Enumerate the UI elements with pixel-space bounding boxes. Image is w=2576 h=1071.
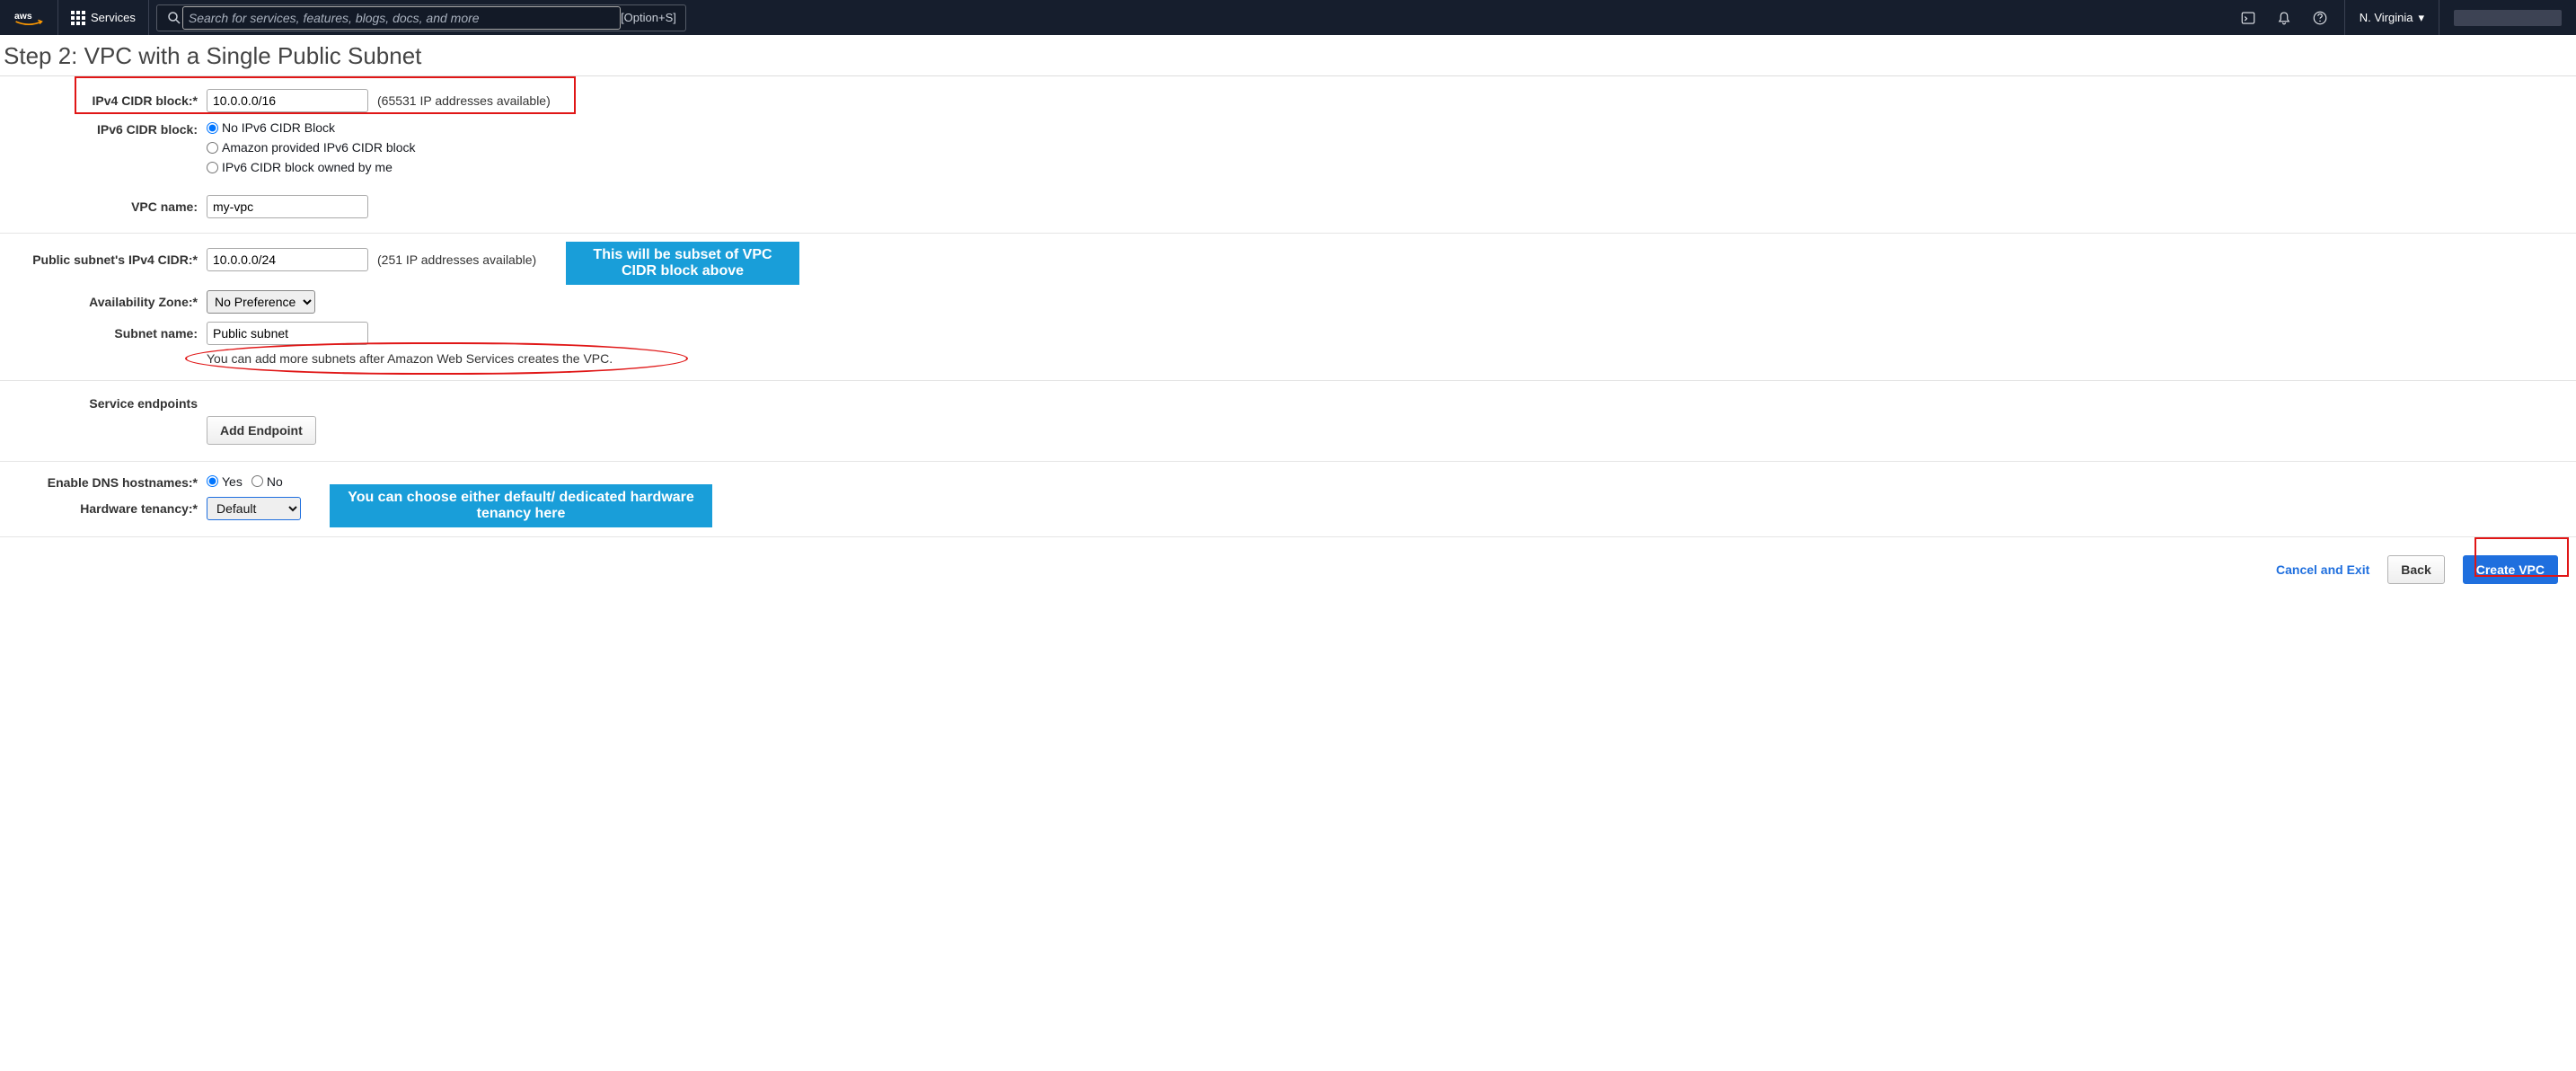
search-icon: [166, 10, 182, 26]
ipv6-label-amazon: Amazon provided IPv6 CIDR block: [222, 140, 416, 155]
dns-yes-radio[interactable]: [207, 475, 218, 487]
nav-icons: [2240, 10, 2344, 26]
ipv6-cidr-label: IPv6 CIDR block:: [0, 120, 207, 137]
search-input[interactable]: [182, 6, 621, 30]
subnet-more-hint: You can add more subnets after Amazon We…: [207, 351, 613, 366]
cancel-and-exit-button[interactable]: Cancel and Exit: [2276, 562, 2369, 577]
ipv6-radio-own[interactable]: [207, 162, 218, 173]
top-nav: aws Services [Option+S] N. Virginia ▾: [0, 0, 2576, 35]
account-menu[interactable]: [2439, 0, 2576, 35]
hardware-tenancy-select[interactable]: Default: [207, 497, 301, 520]
subnet-name-input[interactable]: [207, 322, 368, 345]
hardware-tenancy-label: Hardware tenancy:*: [0, 501, 207, 516]
cloudshell-icon[interactable]: [2240, 10, 2256, 26]
grid-icon: [71, 11, 85, 25]
back-button[interactable]: Back: [2387, 555, 2444, 584]
svg-text:aws: aws: [14, 11, 32, 21]
ipv6-option-none[interactable]: No IPv6 CIDR Block: [207, 120, 335, 135]
ipv6-label-none: No IPv6 CIDR Block: [222, 120, 335, 135]
ipv6-label-own: IPv6 CIDR block owned by me: [222, 160, 393, 174]
account-placeholder: [2454, 10, 2562, 26]
aws-logo[interactable]: aws: [0, 0, 58, 35]
ipv6-option-amazon[interactable]: Amazon provided IPv6 CIDR block: [207, 140, 416, 155]
service-endpoints-label: Service endpoints: [0, 396, 207, 411]
public-subnet-cidr-hint: (251 IP addresses available): [377, 252, 536, 267]
aws-logo-icon: aws: [14, 10, 43, 26]
ipv4-cidr-hint: (65531 IP addresses available): [377, 93, 551, 108]
vpc-name-label: VPC name:: [0, 199, 207, 214]
create-vpc-button[interactable]: Create VPC: [2463, 555, 2558, 584]
notifications-icon[interactable]: [2276, 10, 2292, 26]
vpc-name-input[interactable]: [207, 195, 368, 218]
help-icon[interactable]: [2312, 10, 2328, 26]
footer-bar: Cancel and Exit Back Create VPC: [0, 543, 2576, 597]
ipv4-cidr-label: IPv4 CIDR block:*: [0, 93, 207, 108]
az-select[interactable]: No Preference: [207, 290, 315, 314]
dns-no-label: No: [267, 474, 283, 489]
dns-yes-option[interactable]: Yes: [207, 474, 243, 489]
public-subnet-cidr-input[interactable]: [207, 248, 368, 271]
region-label: N. Virginia: [2360, 11, 2413, 24]
ipv4-cidr-input[interactable]: [207, 89, 368, 112]
annotation-note-subnet: This will be subset of VPC CIDR block ab…: [566, 242, 799, 285]
add-endpoint-button[interactable]: Add Endpoint: [207, 416, 316, 445]
page-title: Step 2: VPC with a Single Public Subnet: [0, 35, 2576, 75]
services-menu-button[interactable]: Services: [58, 0, 149, 35]
dns-no-radio[interactable]: [251, 475, 263, 487]
subnet-name-label: Subnet name:: [0, 326, 207, 341]
search-bar[interactable]: [Option+S]: [156, 4, 686, 31]
caret-down-icon: ▾: [2418, 11, 2424, 25]
dns-no-option[interactable]: No: [251, 474, 283, 489]
public-subnet-cidr-label: Public subnet's IPv4 CIDR:*: [0, 252, 207, 267]
ipv6-radio-none[interactable]: [207, 122, 218, 134]
az-label: Availability Zone:*: [0, 295, 207, 309]
search-shortcut-hint: [Option+S]: [621, 11, 676, 24]
dns-yes-label: Yes: [222, 474, 243, 489]
annotation-note-tenancy: You can choose either default/ dedicated…: [330, 484, 712, 527]
ipv6-radio-amazon[interactable]: [207, 142, 218, 154]
region-selector[interactable]: N. Virginia ▾: [2344, 0, 2439, 35]
dns-hostnames-label: Enable DNS hostnames:*: [0, 475, 207, 490]
ipv6-option-own[interactable]: IPv6 CIDR block owned by me: [207, 160, 393, 174]
services-label: Services: [91, 11, 136, 24]
